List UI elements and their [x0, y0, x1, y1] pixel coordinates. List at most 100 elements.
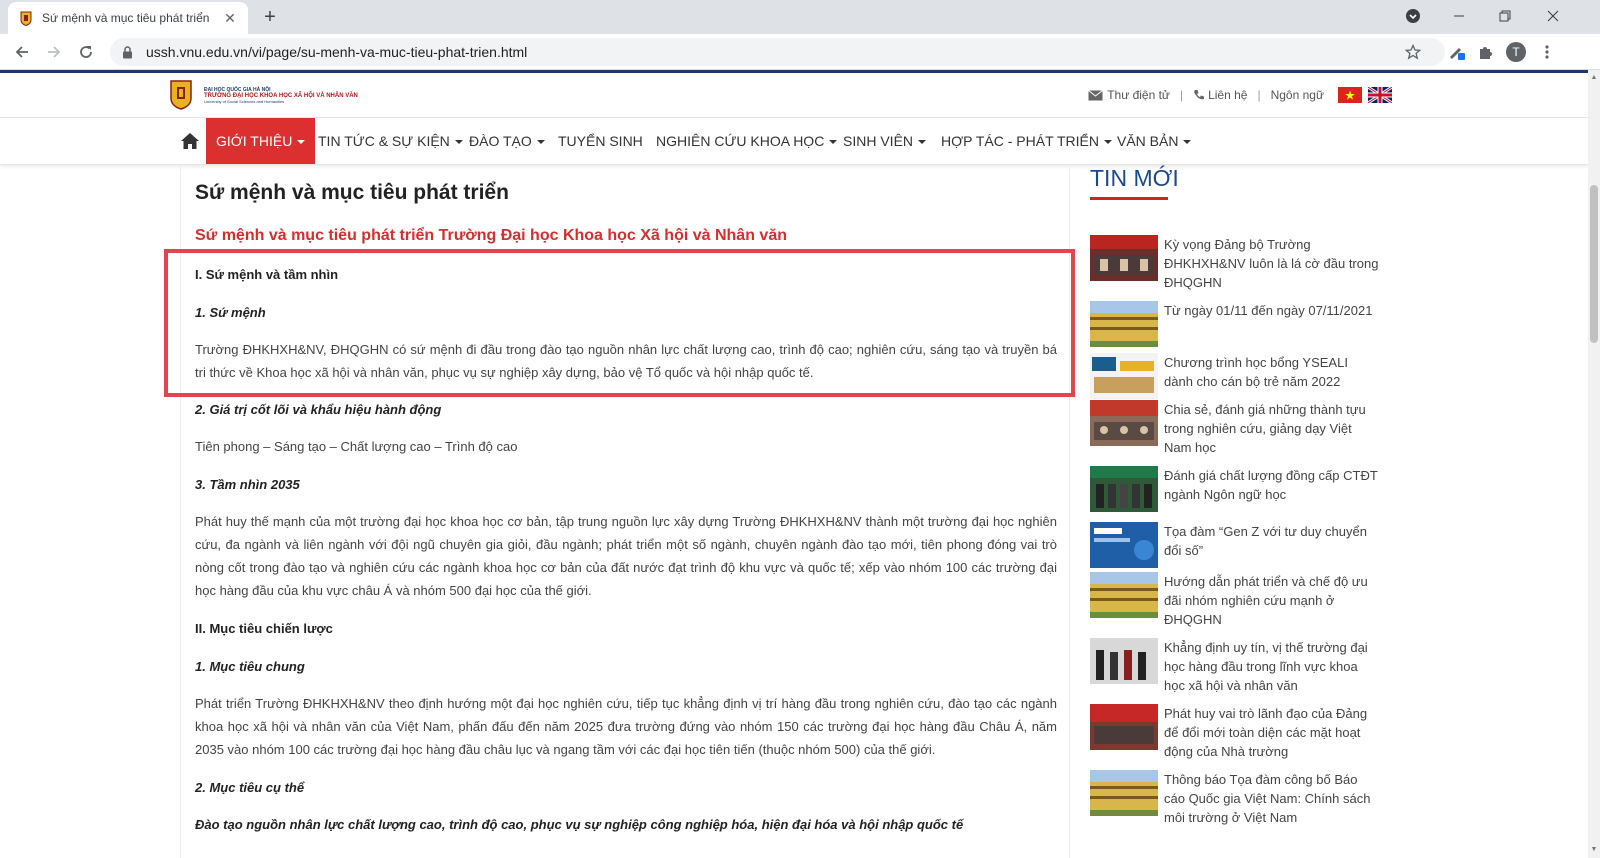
- scroll-up-icon[interactable]: ▲: [1588, 72, 1600, 84]
- address-bar[interactable]: ussh.vnu.edu.vn/vi/page/su-menh-va-muc-t…: [110, 38, 1445, 66]
- tab-close-icon[interactable]: ✕: [222, 10, 238, 27]
- browser-tabbar: Sứ mệnh và mục tiêu phát triển ✕ +: [0, 0, 1600, 34]
- url-text: ussh.vnu.edu.vn/vi/page/su-menh-va-muc-t…: [146, 44, 528, 60]
- phone-icon: [1194, 90, 1205, 100]
- vision-2035-text: Phát huy thế mạnh của một trường đại học…: [195, 514, 1057, 598]
- news-thumbnail[interactable]: [1090, 235, 1158, 281]
- browser-toolbar: ussh.vnu.edu.vn/vi/page/su-menh-va-muc-t…: [0, 34, 1600, 70]
- specific-goal-text: Đào tạo nguồn nhân lực chất lượng cao, t…: [195, 817, 964, 832]
- sidebar-title-underline: [1090, 197, 1168, 200]
- uk-flag-icon[interactable]: [1368, 87, 1392, 103]
- news-item[interactable]: Tọa đàm “Gen Z với tư duy chuyển đổi số”: [1090, 522, 1379, 568]
- main-navigation: GIỚI THIỆU TIN TỨC & SỰ KIỆN ĐÀO TẠO TUY…: [0, 117, 1588, 165]
- news-title[interactable]: Hướng dẫn phát triển và chế độ ưu đãi nh…: [1164, 572, 1379, 629]
- subsection-heading-general-goal: 1. Mục tiêu chung: [195, 659, 305, 674]
- nav-item-tuyen-sinh[interactable]: TUYỂN SINH: [558, 118, 643, 164]
- highlight-annotation-box: [164, 249, 1075, 397]
- lock-icon[interactable]: [122, 45, 136, 59]
- top-links: Thư điện tử | Liên hệ | Ngôn ngữ: [1088, 87, 1392, 103]
- extension-pen-icon[interactable]: [1446, 41, 1468, 63]
- news-title[interactable]: Chương trình học bổng YSEALI dành cho cá…: [1164, 353, 1379, 399]
- news-thumbnail[interactable]: [1090, 704, 1158, 750]
- news-item[interactable]: Hướng dẫn phát triển và chế độ ưu đãi nh…: [1090, 572, 1379, 629]
- chevron-down-icon: [918, 140, 927, 145]
- extensions-puzzle-icon[interactable]: [1474, 41, 1496, 63]
- university-crest-icon: [170, 80, 192, 110]
- site-logo[interactable]: ĐẠI HỌC QUỐC GIA HÀ NỘI TRƯỜNG ĐẠI HỌC K…: [170, 80, 358, 110]
- profile-menu-icon[interactable]: [1390, 0, 1436, 32]
- nav-item-sinh-vien[interactable]: SINH VIÊN: [843, 118, 927, 164]
- site-header: ĐẠI HỌC QUỐC GIA HÀ NỘI TRƯỜNG ĐẠI HỌC K…: [0, 73, 1588, 117]
- home-icon[interactable]: [180, 132, 200, 150]
- general-goal-text: Phát triển Trường ĐHKHXH&NV theo định hư…: [195, 696, 1057, 757]
- news-title[interactable]: Phát huy vai trò lãnh đạo của Đảng để đổ…: [1164, 704, 1379, 761]
- news-title[interactable]: Đánh giá chất lượng đồng cấp CTĐT ngành …: [1164, 466, 1379, 512]
- contact-link[interactable]: Liên hệ: [1208, 88, 1247, 102]
- browser-tab[interactable]: Sứ mệnh và mục tiêu phát triển ✕: [8, 2, 248, 34]
- news-thumbnail[interactable]: [1090, 770, 1158, 816]
- news-title[interactable]: Thông báo Tọa đàm công bố Báo cáo Quốc g…: [1164, 770, 1379, 827]
- logo-line-english: University of Social Sciences and Humani…: [204, 98, 285, 104]
- news-item[interactable]: Phát huy vai trò lãnh đạo của Đảng để đổ…: [1090, 704, 1379, 761]
- news-item[interactable]: Thông báo Tọa đàm công bố Báo cáo Quốc g…: [1090, 770, 1379, 827]
- subsection-heading-core-values: 2. Giá trị cốt lõi và khẩu hiệu hành độn…: [195, 402, 442, 417]
- news-item[interactable]: Từ ngày 01/11 đến ngày 07/11/2021: [1090, 301, 1379, 347]
- sidebar-title: TIN MỚI: [1090, 165, 1179, 191]
- chevron-down-icon: [1104, 140, 1112, 145]
- chevron-down-icon: [1183, 140, 1192, 145]
- profile-avatar[interactable]: T: [1506, 42, 1526, 62]
- restore-icon[interactable]: [1482, 0, 1528, 32]
- tab-title: Sứ mệnh và mục tiêu phát triển: [42, 11, 210, 25]
- minimize-icon[interactable]: [1436, 0, 1482, 32]
- email-link[interactable]: Thư điện tử: [1107, 88, 1170, 102]
- top-link-separator: |: [1257, 88, 1261, 102]
- news-item[interactable]: Chương trình học bổng YSEALI dành cho cá…: [1090, 353, 1379, 399]
- news-item[interactable]: Đánh giá chất lượng đồng cấp CTĐT ngành …: [1090, 466, 1379, 512]
- news-thumbnail[interactable]: [1090, 522, 1158, 568]
- news-thumbnail[interactable]: [1090, 301, 1158, 347]
- core-values-text: Tiên phong – Sáng tạo – Chất lượng cao –…: [195, 439, 518, 454]
- page-scrollbar[interactable]: ▲ ▼: [1588, 70, 1600, 858]
- logo-line-ussh: TRƯỜNG ĐẠI HỌC KHOA HỌC XÃ HỘI VÀ NHÂN V…: [204, 92, 358, 99]
- chevron-down-icon: [829, 140, 838, 145]
- news-title[interactable]: Từ ngày 01/11 đến ngày 07/11/2021: [1164, 301, 1379, 347]
- news-thumbnail[interactable]: [1090, 466, 1158, 512]
- site-favicon-icon: [18, 10, 34, 26]
- news-title[interactable]: Kỳ vọng Đảng bộ Trường ĐHKHXH&NV luôn là…: [1164, 235, 1379, 292]
- news-item[interactable]: Kỳ vọng Đảng bộ Trường ĐHKHXH&NV luôn là…: [1090, 235, 1379, 292]
- chevron-down-icon: [454, 140, 463, 145]
- news-thumbnail[interactable]: [1090, 400, 1158, 446]
- news-thumbnail[interactable]: [1090, 572, 1158, 618]
- chevron-down-icon: [297, 140, 306, 145]
- latest-news-sidebar: TIN MỚI Kỳ vọng Đảng bộ Trường ĐHKHXH&NV…: [1090, 165, 1380, 825]
- nav-item-gioi-thieu[interactable]: GIỚI THIỆU: [206, 118, 316, 164]
- chevron-down-icon: [536, 140, 545, 145]
- nav-item-van-ban[interactable]: VĂN BẢN: [1117, 118, 1192, 164]
- news-title[interactable]: Tọa đàm “Gen Z với tư duy chuyển đổi số”: [1164, 522, 1379, 568]
- nav-item-nghien-cuu-khoa-hoc[interactable]: NGHIÊN CỨU KHOA HỌC: [656, 118, 838, 164]
- scroll-down-icon[interactable]: ▼: [1588, 844, 1600, 856]
- browser-menu-icon[interactable]: [1536, 41, 1558, 63]
- nav-item-tin-tuc-su-kien[interactable]: TIN TỨC & SỰ KIỆN: [318, 118, 463, 164]
- vietnam-flag-icon[interactable]: [1338, 87, 1362, 103]
- section-heading-strategic-goals: II. Mục tiêu chiến lược: [195, 621, 333, 636]
- language-label: Ngôn ngữ: [1270, 88, 1324, 102]
- envelope-icon: [1088, 89, 1104, 100]
- news-item[interactable]: Chia sẻ, đánh giá những thành tựu trong …: [1090, 400, 1379, 457]
- forward-icon[interactable]: [42, 40, 66, 64]
- news-item[interactable]: Khẳng định uy tín, vị thế trường đại học…: [1090, 638, 1379, 695]
- nav-item-hop-tac-phat-trien[interactable]: HỢP TÁC - PHÁT TRIỂN: [941, 118, 1112, 164]
- page-title: Sứ mệnh và mục tiêu phát triển: [195, 181, 509, 204]
- new-tab-button[interactable]: +: [258, 6, 282, 30]
- page-subtitle: Sứ mệnh và mục tiêu phát triển Trường Đạ…: [195, 227, 787, 244]
- news-title[interactable]: Khẳng định uy tín, vị thế trường đại học…: [1164, 638, 1379, 695]
- news-thumbnail[interactable]: [1090, 638, 1158, 684]
- reload-icon[interactable]: [74, 40, 98, 64]
- close-window-icon[interactable]: [1530, 0, 1576, 32]
- news-thumbnail[interactable]: [1090, 353, 1158, 399]
- news-title[interactable]: Chia sẻ, đánh giá những thành tựu trong …: [1164, 400, 1379, 457]
- scrollbar-thumb[interactable]: [1590, 185, 1598, 343]
- nav-item-dao-tao[interactable]: ĐÀO TẠO: [469, 118, 545, 164]
- back-icon[interactable]: [10, 40, 34, 64]
- bookmark-star-icon[interactable]: [1402, 41, 1424, 63]
